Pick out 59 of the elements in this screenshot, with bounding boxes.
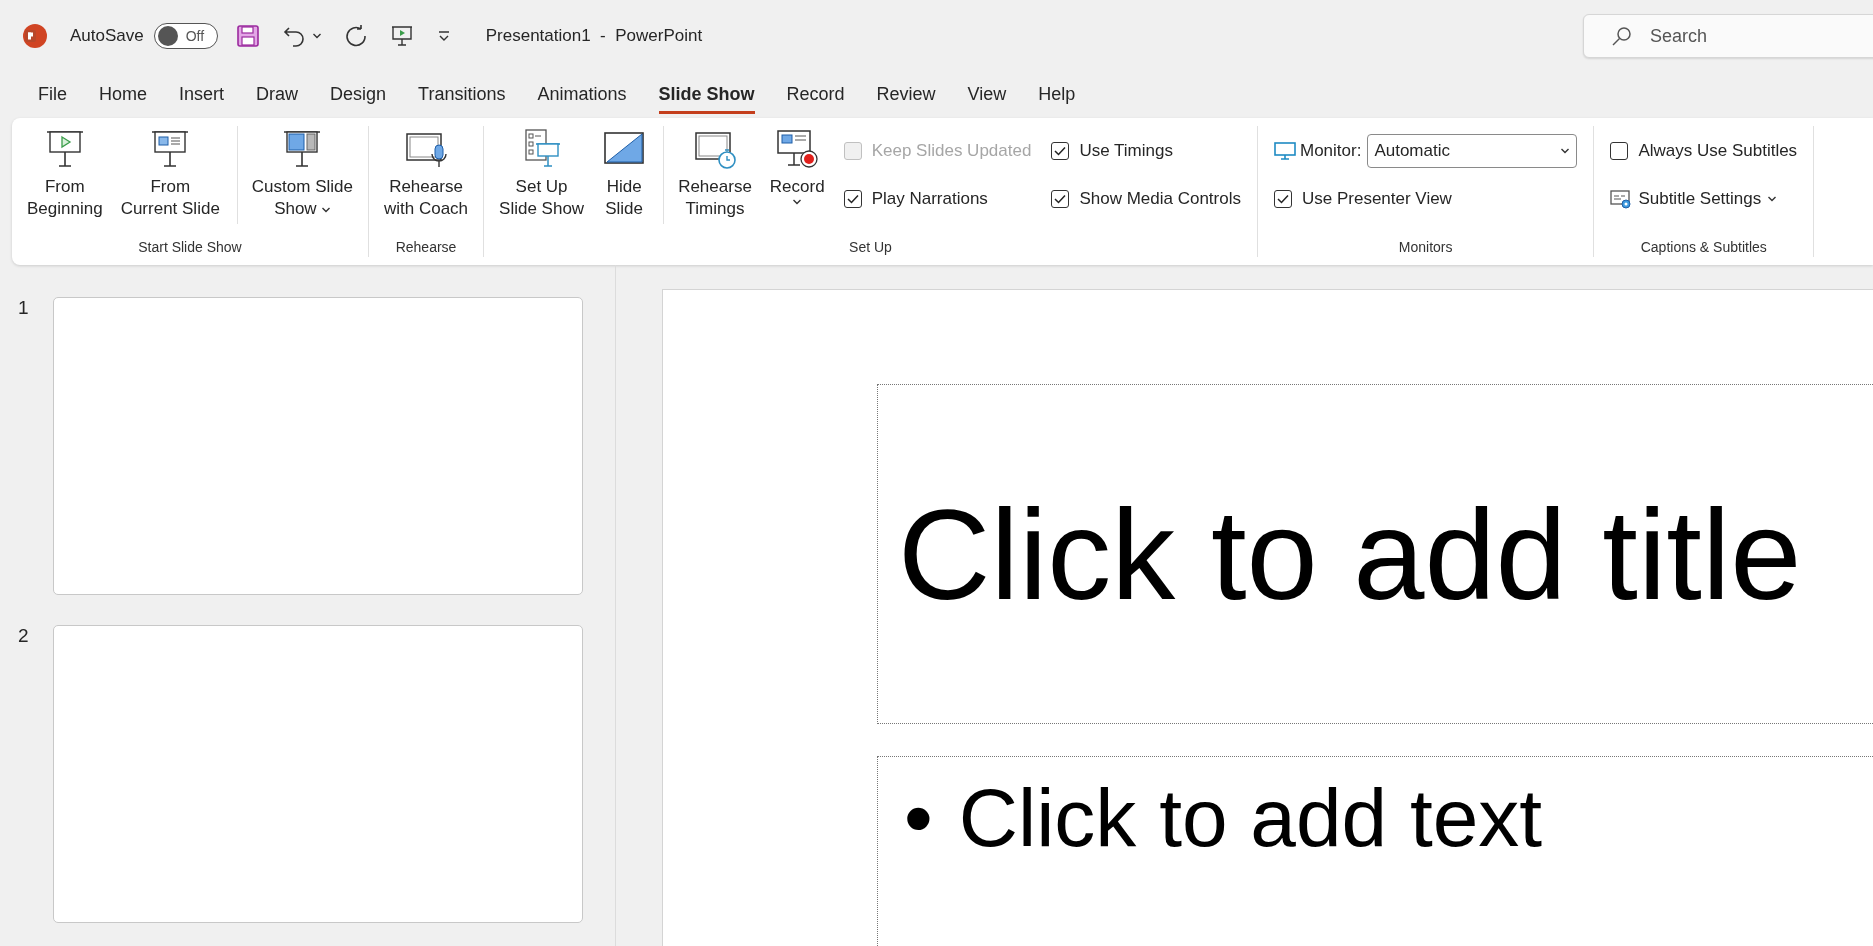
slide-number: 1 [18,297,30,319]
group-label: Start Slide Show [137,239,243,257]
ribbon-tab[interactable]: Draw [256,76,299,114]
ribbon-tab[interactable]: Review [876,76,936,114]
checkbox: Keep Slides Updated [843,134,1032,168]
ribbon-tab[interactable]: File [38,76,67,114]
subtitle-settings-button[interactable]: Subtitle Settings [1610,182,1798,216]
caret-icon [1560,147,1571,155]
checkbox[interactable]: Show Media Controls [1051,182,1241,216]
ribbon-tab[interactable]: Help [1038,76,1076,114]
ribbon-button[interactable]: Custom Slide Show [236,126,362,224]
title-placeholder[interactable]: Click to add title [877,384,1873,724]
caret-icon [792,198,803,206]
ribbon-tab[interactable]: Slide Show [658,76,755,114]
checkmark-icon [1276,194,1289,204]
monitor-dropdown[interactable]: Automatic [1367,134,1578,168]
ribbon-tab[interactable]: Home [99,76,148,114]
checkbox[interactable]: Use Timings [1051,134,1241,168]
monitor-icon [1273,142,1296,160]
redo-icon[interactable] [343,24,368,48]
subtitle-gear-icon [1610,189,1633,209]
checkbox[interactable]: Play Narrations [843,182,1032,216]
caret-icon[interactable] [311,32,322,40]
ribbon-tab[interactable]: Record [786,76,845,114]
document-title: Presentation1 - PowerPoint [485,26,703,46]
ribbon-button[interactable]: From Beginning [18,126,112,224]
search-field[interactable]: Search [1583,14,1873,58]
ribbon-button[interactable]: From Current Slide [111,126,229,224]
save-icon[interactable] [235,24,260,48]
checkmark-icon [1054,194,1067,204]
slide-number: 2 [18,625,30,647]
field-label: Monitor: [1299,141,1362,161]
group-label: Rehearse [394,239,458,257]
autosave-toggle[interactable]: Off [153,23,218,49]
autosave-label: AutoSave [70,26,144,46]
ribbon-button[interactable]: Rehearse with Coach [374,126,478,224]
group-label: Captions & Subtitles [1639,239,1768,257]
caret-icon [320,206,331,214]
ribbon-tab[interactable]: Design [330,76,387,114]
checkbox[interactable]: Always Use Subtitles [1610,134,1798,168]
app-logo-icon [22,23,48,49]
ribbon-tab[interactable]: Animations [537,76,627,114]
checkbox[interactable]: Use Presenter View [1273,182,1578,216]
search-icon [1611,25,1633,47]
ribbon-button[interactable]: Record [760,126,834,210]
group-label: Set Up [848,239,893,257]
group-label: Monitors [1397,239,1454,257]
presentation-play-icon[interactable] [389,24,414,48]
checkmark-icon [1054,146,1067,156]
checkmark-icon [846,194,859,204]
ribbon-button[interactable]: Hide Slide [593,126,656,224]
slide-thumbnail[interactable] [53,297,583,595]
slide-thumbnail[interactable] [53,625,583,923]
ribbon-button[interactable]: Set Up Slide Show [490,126,594,224]
ribbon-tab[interactable]: Transitions [418,76,506,114]
ribbon-button[interactable]: Rehearse Timings [663,126,761,224]
ribbon-tab[interactable]: View [967,76,1007,114]
ribbon-tab[interactable]: Insert [179,76,225,114]
caret-icon [1767,195,1778,203]
